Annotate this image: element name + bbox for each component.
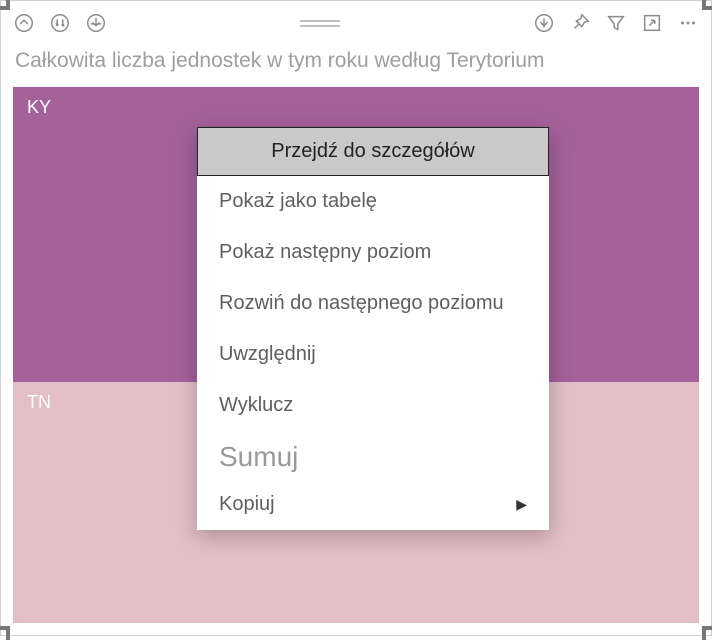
segment-label: TN [27, 392, 51, 412]
drill-up-icon[interactable] [9, 8, 39, 38]
more-options-icon[interactable] [673, 8, 703, 38]
corner-tick [702, 626, 712, 640]
menu-item-exclude[interactable]: Wyklucz [197, 380, 549, 431]
menu-item-show-next-level[interactable]: Pokaż następny poziom [197, 227, 549, 278]
menu-item-expand-next-level[interactable]: Rozwiń do następnego poziomu [197, 278, 549, 329]
context-menu-header[interactable]: Przejdź do szczegółów [197, 127, 549, 176]
visual-toolbar [1, 1, 711, 45]
menu-item-show-as-table[interactable]: Pokaż jako tabelę [197, 176, 549, 227]
drill-expand-icon[interactable] [81, 8, 111, 38]
focus-mode-icon[interactable] [529, 8, 559, 38]
corner-tick [702, 0, 712, 10]
menu-item-summarize[interactable]: Sumuj [197, 431, 549, 479]
visual-frame: Całkowita liczba jednostek w tym roku we… [0, 0, 712, 636]
submenu-arrow-icon: ▶ [516, 496, 527, 513]
drag-grip-icon[interactable] [300, 18, 340, 28]
corner-tick [0, 0, 10, 10]
drill-down-all-icon[interactable] [45, 8, 75, 38]
pin-icon[interactable] [565, 8, 595, 38]
menu-item-include[interactable]: Uwzględnij [197, 329, 549, 380]
corner-tick [0, 626, 10, 640]
visual-title: Całkowita liczba jednostek w tym roku we… [1, 45, 711, 81]
context-menu: Przejdź do szczegółów Pokaż jako tabelę … [197, 127, 549, 530]
segment-label: KY [27, 97, 51, 117]
menu-item-copy[interactable]: Kopiuj ▶ [197, 479, 549, 530]
menu-item-label: Kopiuj [219, 493, 275, 516]
popout-icon[interactable] [637, 8, 667, 38]
filter-icon[interactable] [601, 8, 631, 38]
